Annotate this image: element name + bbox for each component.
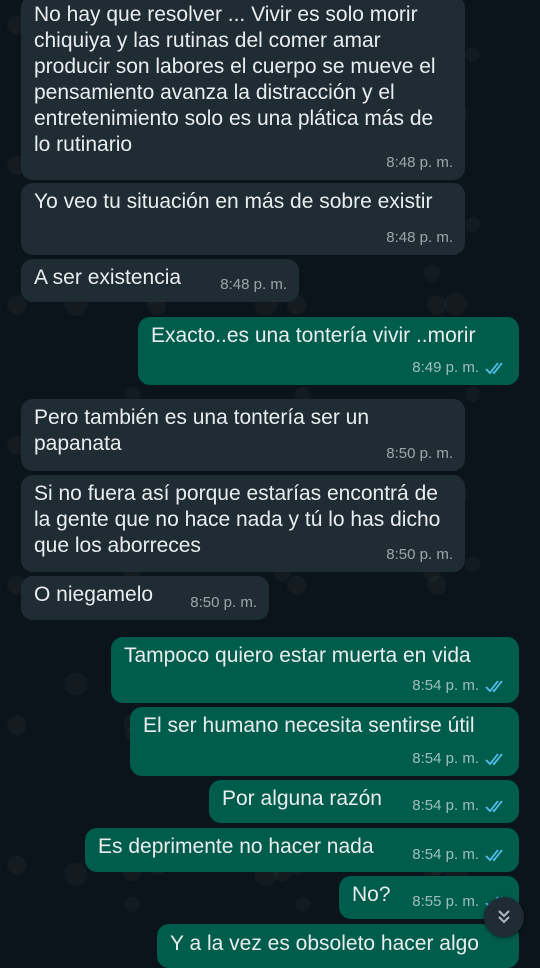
message-meta: 8:54 p. m. bbox=[412, 842, 507, 868]
message-time: 8:54 p. m. bbox=[412, 846, 479, 863]
message-text: Tampoco quiero estar muerta en vida bbox=[124, 644, 471, 667]
message-time: 8:48 p. m. bbox=[386, 154, 453, 171]
message-meta: 8:49 p. m. bbox=[412, 355, 507, 381]
incoming-message[interactable]: Yo veo tu situación en más de sobre exis… bbox=[21, 183, 465, 255]
message-time: 8:48 p. m. bbox=[220, 276, 287, 293]
message-text: Y a la vez es obsoleto hacer algo bbox=[170, 932, 479, 955]
incoming-message[interactable]: O niegamelo 8:50 p. m. bbox=[21, 576, 269, 620]
outgoing-message[interactable]: El ser humano necesita sentirse útil 8:5… bbox=[130, 707, 519, 776]
message-meta: 8:54 p. m. bbox=[412, 673, 507, 699]
double-chevron-down-icon bbox=[498, 910, 510, 924]
message-text: No? bbox=[352, 883, 391, 906]
message-time: 8:48 p. m. bbox=[386, 229, 453, 246]
read-double-check-icon bbox=[485, 362, 503, 375]
message-text: Exacto..es una tontería vivir ..morir bbox=[151, 324, 476, 347]
scroll-to-bottom-button[interactable] bbox=[484, 897, 524, 937]
message-meta: 8:48 p. m. bbox=[220, 272, 287, 298]
message-meta: 8:54 p. m. bbox=[412, 746, 507, 772]
message-text: Por alguna razón bbox=[222, 787, 382, 810]
message-time: 8:54 p. m. bbox=[412, 797, 479, 814]
outgoing-message[interactable]: Exacto..es una tontería vivir ..morir 8:… bbox=[138, 317, 519, 385]
message-meta: 8:50 p. m. bbox=[190, 590, 257, 616]
incoming-message[interactable]: A ser existencia 8:48 p. m. bbox=[21, 259, 299, 302]
incoming-message[interactable]: No hay que resolver ... Vivir es solo mo… bbox=[21, 0, 465, 180]
message-meta: 8:50 p. m. bbox=[386, 441, 453, 467]
read-double-check-icon bbox=[485, 680, 503, 693]
outgoing-message[interactable]: Y a la vez es obsoleto hacer algo bbox=[157, 924, 519, 968]
outgoing-message[interactable]: Es deprimente no hacer nada 8:54 p. m. bbox=[85, 828, 519, 872]
message-time: 8:50 p. m. bbox=[386, 445, 453, 462]
outgoing-message[interactable]: Tampoco quiero estar muerta en vida 8:54… bbox=[111, 637, 519, 703]
incoming-message[interactable]: Si no fuera así porque estarías encontrá… bbox=[21, 475, 465, 572]
message-meta: 8:48 p. m. bbox=[386, 225, 453, 251]
read-double-check-icon bbox=[485, 753, 503, 766]
message-text: O niegamelo bbox=[34, 583, 154, 606]
message-meta: 8:50 p. m. bbox=[386, 542, 453, 568]
message-text: No hay que resolver ... Vivir es solo mo… bbox=[34, 3, 436, 156]
message-time: 8:50 p. m. bbox=[386, 546, 453, 563]
message-time: 8:54 p. m. bbox=[412, 677, 479, 694]
chat-background[interactable]: No hay que resolver ... Vivir es solo mo… bbox=[0, 0, 540, 968]
message-text: El ser humano necesita sentirse útil bbox=[143, 714, 475, 737]
message-text: Yo veo tu situación en más de sobre exis… bbox=[34, 190, 433, 213]
message-text: Es deprimente no hacer nada bbox=[98, 835, 374, 858]
message-meta: 8:54 p. m. bbox=[412, 793, 507, 819]
message-time: 8:54 p. m. bbox=[412, 750, 479, 767]
message-meta: 8:48 p. m. bbox=[386, 150, 453, 176]
incoming-message[interactable]: Pero también es una tontería ser un papa… bbox=[21, 399, 465, 471]
read-double-check-icon bbox=[485, 800, 503, 813]
read-double-check-icon bbox=[485, 849, 503, 862]
message-time: 8:49 p. m. bbox=[412, 359, 479, 376]
message-time: 8:55 p. m. bbox=[412, 893, 479, 910]
outgoing-message[interactable]: Por alguna razón 8:54 p. m. bbox=[209, 780, 519, 823]
message-text: A ser existencia bbox=[34, 266, 182, 289]
message-time: 8:50 p. m. bbox=[190, 594, 257, 611]
